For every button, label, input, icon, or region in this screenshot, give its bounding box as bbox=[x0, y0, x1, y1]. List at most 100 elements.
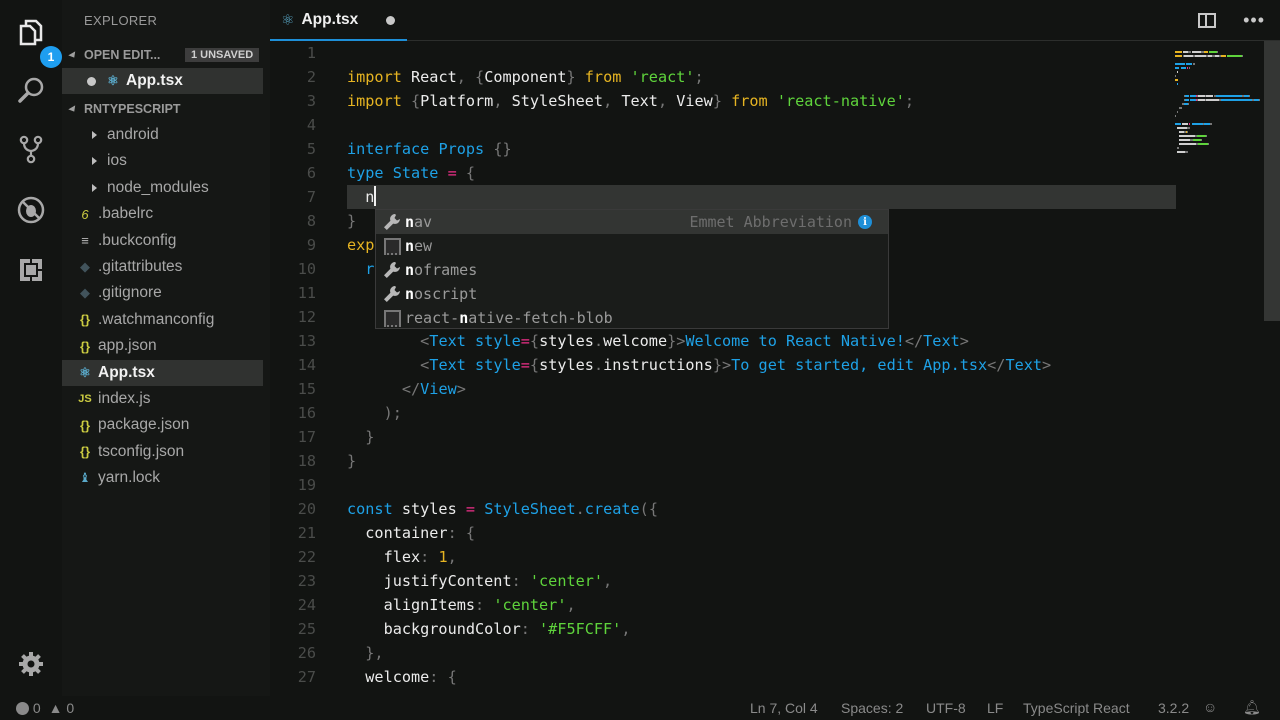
wrench-icon bbox=[381, 212, 403, 232]
ts-version[interactable]: 3.2.2 bbox=[1158, 700, 1189, 716]
code-token: type bbox=[347, 164, 384, 182]
code-line: 16 ); bbox=[270, 401, 1176, 425]
file-tree-item[interactable]: android bbox=[62, 122, 263, 148]
git-file-icon: ◆ bbox=[80, 285, 90, 301]
tab-dirty-icon[interactable] bbox=[386, 16, 395, 25]
suggestion-item[interactable]: nav Emmet Abbreviation i bbox=[376, 210, 888, 234]
minimap-token bbox=[1177, 83, 1179, 85]
notifications-bell-icon[interactable]: 🔔︎ bbox=[1243, 699, 1261, 716]
minimap-token bbox=[1191, 123, 1203, 125]
indentation[interactable]: Spaces: 2 bbox=[841, 700, 903, 716]
dirty-indicator-icon[interactable] bbox=[87, 76, 96, 86]
code-token: Text bbox=[621, 92, 658, 110]
suggestion-item[interactable]: noscript bbox=[376, 282, 888, 306]
react-icon: ⚛ bbox=[107, 73, 119, 88]
search-activity[interactable] bbox=[14, 73, 48, 107]
file-tree-item[interactable]: ◆ .gitignore bbox=[62, 280, 263, 306]
vertical-scrollbar[interactable] bbox=[1264, 41, 1280, 321]
collapsed-folder-icon bbox=[91, 183, 97, 192]
code-token: Props bbox=[438, 140, 485, 158]
minimap[interactable] bbox=[1175, 41, 1270, 301]
minimap-token bbox=[1188, 103, 1190, 105]
open-editors-header[interactable]: OPEN EDIT... 1 UNSAVED bbox=[62, 44, 270, 66]
file-tree-item[interactable]: ⚛ App.tsx bbox=[62, 359, 263, 386]
file-tree-item[interactable]: {} app.json bbox=[62, 333, 263, 359]
suggestion-item[interactable]: react-native-fetch-blob bbox=[376, 306, 888, 330]
line-number: 25 bbox=[297, 620, 316, 638]
more-actions-icon[interactable]: ••• bbox=[1243, 10, 1265, 31]
line-number: 6 bbox=[306, 164, 316, 182]
source-control-activity[interactable] bbox=[14, 132, 48, 166]
line-content: exp bbox=[347, 233, 374, 257]
code-token: : { bbox=[447, 524, 476, 542]
line-number: 27 bbox=[297, 668, 316, 686]
code-token: > bbox=[1042, 356, 1052, 374]
cursor-position[interactable]: Ln 7, Col 4 bbox=[750, 700, 818, 716]
yarn-icon: ♝ bbox=[79, 470, 91, 486]
minimap-token bbox=[1175, 79, 1179, 81]
explorer-activity[interactable]: 1 bbox=[14, 15, 62, 68]
suggestion-item[interactable]: new bbox=[376, 234, 888, 258]
minimap-token bbox=[1198, 95, 1205, 97]
file-tree-item[interactable]: node_modules bbox=[62, 175, 263, 201]
line-number: 17 bbox=[297, 428, 316, 446]
feedback-smiley-icon[interactable]: ☺ bbox=[1203, 699, 1217, 715]
file-tree-item[interactable]: ≡ .buckconfig bbox=[62, 228, 263, 254]
code-editor[interactable]: 1 2 import React, {Component} from 'react'… bbox=[270, 41, 1280, 696]
code-line: 21 container: { bbox=[270, 521, 1176, 545]
error-icon bbox=[16, 702, 29, 715]
minimap-token bbox=[1187, 127, 1191, 129]
minimap-token bbox=[1184, 151, 1189, 153]
file-tree-item[interactable]: JS index.js bbox=[62, 386, 263, 412]
minimap-token bbox=[1194, 55, 1206, 57]
minimap-token bbox=[1221, 55, 1226, 57]
minimap-token bbox=[1175, 63, 1185, 65]
code-token: : bbox=[520, 620, 540, 638]
line-number: 10 bbox=[297, 260, 316, 278]
collapsed-folder-icon bbox=[91, 157, 97, 166]
file-tree-item[interactable]: {} .watchmanconfig bbox=[62, 307, 263, 333]
open-editor-app-tsx[interactable]: ⚛ App.tsx bbox=[62, 68, 263, 94]
settings-activity[interactable] bbox=[14, 647, 48, 681]
code-token: ; bbox=[904, 92, 915, 110]
debug-activity[interactable] bbox=[14, 193, 48, 227]
code-token: n bbox=[347, 188, 375, 206]
info-icon[interactable]: i bbox=[858, 215, 872, 229]
language-mode[interactable]: TypeScript React bbox=[1023, 700, 1130, 716]
git-branch-icon bbox=[19, 135, 43, 164]
tab-app-tsx[interactable]: ⚛ App.tsx bbox=[270, 0, 407, 41]
code-token: = bbox=[520, 356, 530, 374]
code-token: Text bbox=[429, 356, 466, 374]
line-content: r bbox=[347, 257, 374, 281]
line-content: container: { bbox=[347, 521, 475, 545]
encoding[interactable]: UTF-8 bbox=[926, 700, 966, 716]
minimap-token bbox=[1221, 99, 1252, 101]
file-tree-item[interactable]: ♝ yarn.lock bbox=[62, 465, 263, 491]
file-tree-item[interactable]: ◆ .gitattributes bbox=[62, 254, 263, 280]
code-token: ({ bbox=[639, 500, 658, 518]
file-tree-item[interactable]: ios bbox=[62, 148, 263, 174]
extensions-activity[interactable] bbox=[14, 253, 48, 287]
code-token: styles bbox=[539, 332, 594, 350]
minimap-token bbox=[1209, 51, 1217, 53]
suggestion-item[interactable]: noframes bbox=[376, 258, 888, 282]
line-ending[interactable]: LF bbox=[987, 700, 1003, 716]
code-token: { bbox=[529, 332, 540, 350]
file-tree-item[interactable]: {} tsconfig.json bbox=[62, 439, 263, 465]
suggestion-label: new bbox=[405, 237, 433, 255]
code-line: 22 flex: 1, bbox=[270, 545, 1176, 569]
split-editor-icon[interactable] bbox=[1198, 13, 1217, 28]
suggestion-label: nav bbox=[405, 213, 433, 231]
code-token: < bbox=[347, 356, 430, 374]
file-tree-item[interactable]: {} package.json bbox=[62, 412, 263, 438]
code-line: 19 bbox=[270, 473, 1176, 497]
file-tree-item[interactable]: 6 .babelrc bbox=[62, 201, 263, 227]
code-line: 13 <Text style={styles.welcome}>Welcome … bbox=[270, 329, 1176, 353]
project-header[interactable]: RNTYPESCRIPT bbox=[62, 98, 270, 120]
problems-indicator[interactable]: 0 ▲ 0 bbox=[16, 700, 74, 716]
code-token: const bbox=[347, 500, 393, 518]
code-token: exp bbox=[347, 236, 375, 254]
file-tree-label: ios bbox=[107, 152, 127, 170]
line-content: alignItems: 'center', bbox=[347, 593, 576, 617]
